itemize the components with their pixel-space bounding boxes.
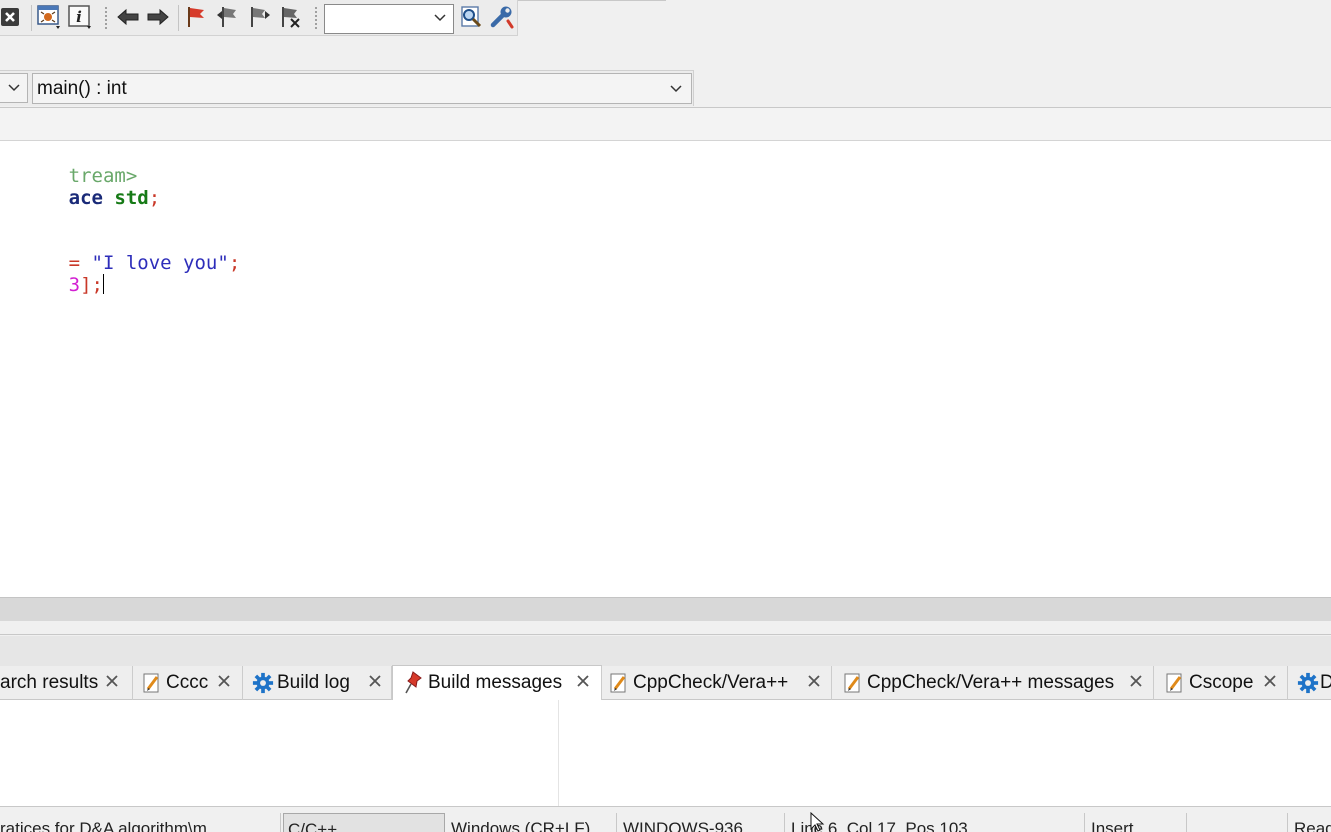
prev-bookmark-button[interactable]	[214, 3, 242, 31]
tab-debugger[interactable]: D	[1288, 666, 1331, 700]
tab-build-log[interactable]: Build log	[243, 666, 392, 700]
pencil-icon	[842, 671, 864, 695]
column-divider[interactable]	[558, 700, 559, 806]
tab-cscope[interactable]: Cscope	[1154, 666, 1288, 700]
status-bar: ratices for D&A algorithm\m C/C++ Window…	[0, 806, 1331, 832]
arrow-left-icon	[117, 8, 139, 26]
tab-label: Build log	[277, 672, 350, 693]
gear-icon	[1297, 671, 1319, 695]
pencil-icon	[1164, 671, 1186, 695]
code-token: ;	[148, 187, 161, 209]
status-position: Line 6, Col 17, Pos 103	[787, 813, 1085, 832]
status-encoding: WINDOWS-936	[619, 813, 785, 832]
code-line: ace std;	[0, 165, 161, 209]
code-line: = "I love you";	[0, 230, 241, 274]
chevron-down-icon	[8, 84, 20, 92]
panel-splitter[interactable]	[0, 621, 1331, 635]
chevron-down-icon	[670, 85, 682, 93]
close-icon[interactable]	[367, 673, 383, 689]
debug-window-button[interactable]	[35, 3, 63, 31]
editor-tab-strip	[0, 107, 1331, 141]
tab-build-messages[interactable]: Build messages	[392, 665, 602, 700]
codeblocks-window: i main(): int tream> ace std; = "I love…	[0, 0, 1331, 832]
function-combo[interactable]: main() : int	[32, 73, 692, 104]
status-insert-mode: Insert	[1087, 813, 1187, 832]
tab-label: arch results	[0, 672, 99, 693]
status-readonly: Read	[1294, 819, 1331, 832]
flag-clear-icon	[282, 7, 300, 28]
find-button[interactable]	[457, 3, 485, 31]
code-line: tream>	[0, 143, 138, 187]
tab-cccc[interactable]: Cccc	[133, 666, 243, 700]
code-token: ace	[68, 187, 103, 209]
code-token: "I love you"	[91, 252, 229, 274]
svg-text:i: i	[76, 8, 82, 26]
tab-cppcheck-vera[interactable]: CppCheck/Vera++	[602, 666, 832, 700]
tab-search-results[interactable]: arch results	[0, 666, 133, 700]
options-button[interactable]	[488, 3, 516, 31]
scope-combo[interactable]	[0, 73, 28, 103]
main-toolbar: i	[0, 0, 518, 36]
toggle-bookmark-button[interactable]	[182, 3, 210, 31]
build-messages-list[interactable]	[0, 700, 1331, 806]
gear-icon	[252, 671, 274, 695]
magnifier-icon	[461, 6, 482, 28]
tab-label: D	[1320, 672, 1331, 693]
logs-tab-strip: arch results Cccc Build log Build messag…	[0, 665, 1331, 700]
mouse-cursor-icon	[810, 812, 825, 832]
tab-label: Cscope	[1189, 672, 1254, 693]
status-language: C/C++	[283, 813, 445, 832]
code-token: ];	[80, 274, 103, 296]
tab-label: Build messages	[428, 672, 563, 693]
tab-cppcheck-vera-messages[interactable]: CppCheck/Vera++ messages	[832, 666, 1154, 700]
pencil-icon	[141, 671, 163, 695]
close-icon[interactable]	[1262, 673, 1278, 689]
flag-next-icon	[251, 7, 270, 27]
close-icon[interactable]	[216, 673, 232, 689]
code-token: 3	[68, 274, 81, 296]
chevron-down-icon	[434, 14, 446, 22]
flag-icon	[188, 7, 204, 27]
close-icon[interactable]	[806, 673, 822, 689]
code-completion-toolbar: main() : int	[0, 70, 694, 106]
close-icon[interactable]	[1128, 673, 1144, 689]
next-bookmark-button[interactable]	[245, 3, 273, 31]
clear-bookmarks-button[interactable]	[276, 3, 304, 31]
code-token: std	[114, 187, 149, 209]
status-file-path: ratices for D&A algorithm\m	[0, 813, 281, 832]
horizontal-scrollbar[interactable]	[0, 597, 1331, 621]
arrow-right-icon	[147, 8, 169, 26]
abort-button[interactable]	[0, 3, 24, 31]
code-editor[interactable]: tream> ace std; = "I love you"; 3];	[0, 141, 1331, 597]
wrench-icon	[490, 6, 514, 29]
text-caret	[102, 274, 104, 294]
status-extra	[1189, 813, 1288, 832]
jump-forward-button[interactable]	[144, 3, 172, 31]
function-combo-value: main() : int	[37, 78, 127, 99]
jump-back-button[interactable]	[114, 3, 142, 31]
status-line-endings: Windows (CR+LF)	[447, 813, 617, 832]
search-combo[interactable]	[324, 4, 454, 34]
close-icon[interactable]	[104, 673, 120, 689]
code-line: 3];	[0, 252, 104, 296]
tab-label: CppCheck/Vera++ messages	[867, 672, 1115, 693]
close-icon[interactable]	[575, 673, 591, 689]
pin-icon	[403, 671, 425, 695]
tab-label: CppCheck/Vera++	[633, 672, 789, 693]
info-icon: i	[68, 5, 91, 29]
logs-panel-header	[0, 636, 1331, 666]
flag-prev-icon	[217, 7, 236, 27]
bug-window-icon	[37, 5, 60, 29]
code-token: ;	[228, 252, 241, 274]
various-info-button[interactable]: i	[66, 3, 94, 31]
tab-label: Cccc	[166, 672, 209, 693]
pencil-icon	[608, 671, 630, 695]
close-icon	[1, 8, 19, 26]
